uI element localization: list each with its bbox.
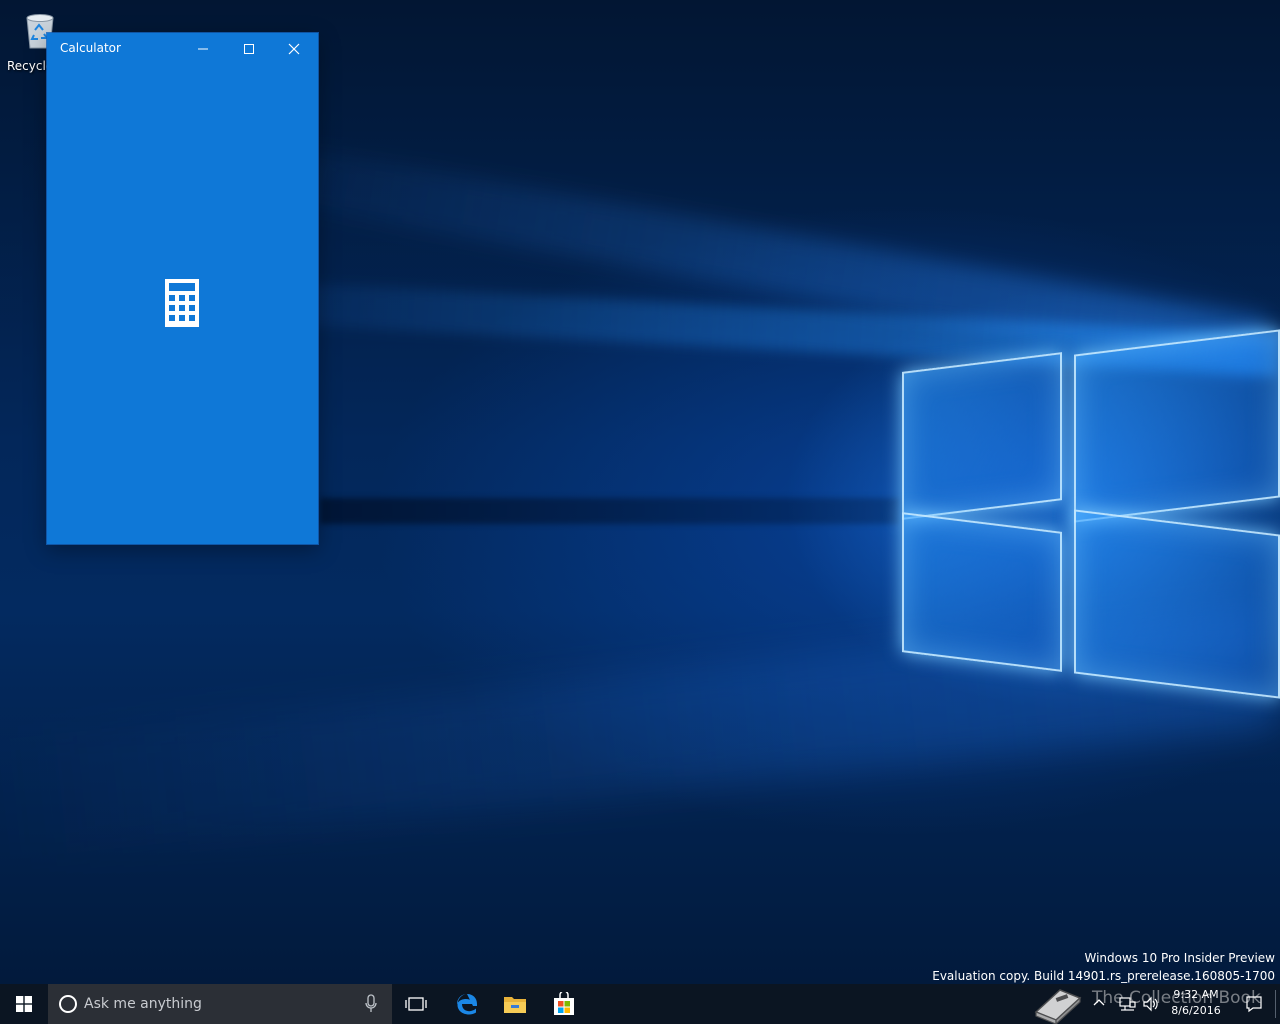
network-icon[interactable]: [1118, 995, 1136, 1013]
maximize-button[interactable]: [226, 33, 271, 64]
close-button[interactable]: [271, 33, 316, 64]
book-logo-icon: [1034, 989, 1082, 1024]
task-view-button[interactable]: [392, 984, 440, 1024]
wallpaper-logo-pane: [902, 352, 1062, 520]
task-view-icon: [405, 997, 427, 1011]
microphone-icon[interactable]: [364, 994, 378, 1014]
wallpaper-logo-pane: [902, 512, 1062, 672]
maximize-icon: [243, 43, 254, 54]
calculator-icon: [165, 279, 199, 327]
search-input[interactable]: [84, 994, 344, 1014]
cortana-circle-icon: [59, 995, 77, 1013]
cortana-search-box[interactable]: [48, 984, 392, 1024]
folder-icon: [504, 997, 526, 1013]
clock[interactable]: 9:32 AM 8/6/2016: [1166, 987, 1226, 1019]
minimize-icon: [197, 48, 208, 49]
desktop: Recycle Bin Calculator Windows 10 Pro In…: [0, 0, 1280, 984]
calculator-window[interactable]: Calculator: [47, 33, 318, 544]
close-icon: [288, 43, 299, 54]
minimize-button[interactable]: [180, 33, 225, 64]
watermark-edition: Windows 10 Pro Insider Preview: [1084, 951, 1275, 965]
clock-date: 8/6/2016: [1171, 1004, 1221, 1017]
edge-button[interactable]: [443, 984, 491, 1024]
taskbar: The Collection Book 9:32 AM 8/6/2016: [0, 984, 1280, 1024]
start-button[interactable]: [0, 984, 48, 1024]
store-button[interactable]: [540, 984, 588, 1024]
build-watermark: Windows 10 Pro Insider Preview Evaluatio…: [932, 949, 1275, 984]
edge-icon: [457, 994, 477, 1015]
wallpaper-logo-pane: [1074, 509, 1280, 699]
action-center-icon: [1246, 996, 1262, 1013]
window-title: Calculator: [60, 41, 121, 55]
volume-icon[interactable]: [1142, 995, 1160, 1013]
store-icon: [554, 992, 574, 1015]
clock-time: 9:32 AM: [1173, 988, 1219, 1001]
system-tray: The Collection Book 9:32 AM 8/6/2016: [1030, 984, 1280, 1024]
show-desktop-button[interactable]: [1275, 990, 1276, 1018]
chevron-up-icon[interactable]: [1092, 996, 1106, 1010]
watermark-build: Evaluation copy. Build 14901.rs_prerelea…: [932, 969, 1275, 983]
title-bar[interactable]: Calculator: [47, 33, 318, 64]
file-explorer-button[interactable]: [491, 984, 539, 1024]
action-center-button[interactable]: [1234, 984, 1274, 1024]
windows-logo-icon: [16, 996, 32, 1012]
wallpaper-logo-pane: [1074, 329, 1280, 523]
shadow-band: [320, 498, 900, 524]
